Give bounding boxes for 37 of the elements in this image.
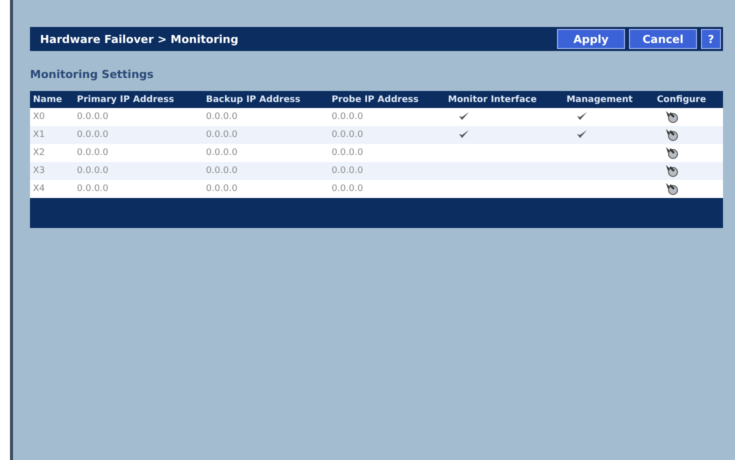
table-cell: 0.0.0.0	[202, 108, 329, 126]
table-cell: X1	[30, 126, 74, 144]
table-cell: X0	[30, 108, 74, 126]
table-cell: X2	[30, 144, 74, 162]
configure-icon[interactable]	[664, 144, 679, 158]
table-cell: 0.0.0.0	[74, 144, 203, 162]
help-button[interactable]: ?	[701, 29, 721, 49]
configure-icon[interactable]	[664, 108, 679, 122]
column-header: Backup IP Address	[202, 91, 329, 108]
table-cell: X4	[30, 180, 74, 198]
column-header: Monitor Interface	[445, 91, 564, 108]
table-cell: X3	[30, 162, 74, 180]
configure-icon[interactable]	[664, 126, 679, 140]
table-cell: 0.0.0.0	[74, 162, 203, 180]
column-header: Probe IP Address	[328, 91, 445, 108]
table-cell: 0.0.0.0	[202, 180, 329, 198]
configure-icon[interactable]	[664, 180, 679, 194]
table-cell: 0.0.0.0	[74, 180, 203, 198]
column-header: Name	[30, 91, 74, 108]
table-cell: 0.0.0.0	[328, 162, 445, 180]
column-header: Primary IP Address	[74, 91, 203, 108]
cancel-button[interactable]: Cancel	[629, 29, 697, 49]
page-title: Hardware Failover > Monitoring	[40, 32, 240, 46]
table-cell: 0.0.0.0	[328, 108, 445, 126]
table-cell: 0.0.0.0	[74, 126, 203, 144]
table-cell: 0.0.0.0	[328, 180, 445, 198]
table-cell: 0.0.0.0	[328, 144, 445, 162]
section-title: Monitoring Settings	[30, 68, 155, 81]
table-cell: 0.0.0.0	[328, 126, 445, 144]
apply-button[interactable]: Apply	[557, 29, 625, 49]
table-cell: 0.0.0.0	[202, 126, 329, 144]
column-header: Management	[563, 91, 654, 108]
configure-icon[interactable]	[664, 162, 679, 176]
table-cell: 0.0.0.0	[202, 162, 329, 180]
column-header: Configure	[654, 91, 723, 108]
table-cell: 0.0.0.0	[74, 108, 203, 126]
table-cell: 0.0.0.0	[202, 144, 329, 162]
